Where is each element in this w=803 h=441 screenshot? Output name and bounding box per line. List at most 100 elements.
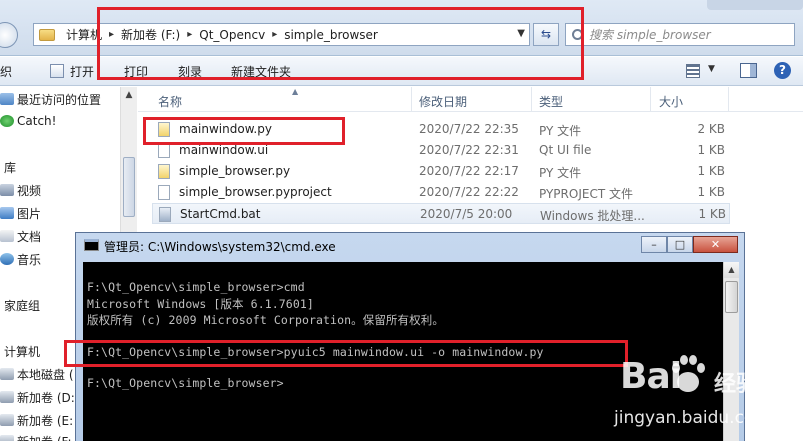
nav-item-label: 文档: [17, 229, 42, 244]
breadcrumb-separator-icon[interactable]: ▸: [105, 29, 118, 40]
column-modified-header[interactable]: 修改日期: [419, 93, 467, 110]
column-divider[interactable]: [728, 87, 729, 112]
nav-item-recent[interactable]: 最近访问的位置: [0, 89, 101, 109]
view-dropdown-icon[interactable]: ▼: [708, 64, 715, 74]
nav-item-label: 计算机: [4, 344, 41, 359]
documents-icon: [0, 230, 14, 242]
nav-item-homegroup[interactable]: 家庭组: [0, 295, 40, 315]
file-name: mainwindow.ui: [179, 143, 269, 157]
address-dropdown-icon[interactable]: ▼: [517, 28, 525, 39]
drive-icon: [0, 368, 14, 380]
list-header: ▲ 名称 修改日期 类型 大小: [138, 87, 803, 112]
generic-file-icon: [158, 185, 170, 200]
new-folder-button[interactable]: 新建文件夹: [231, 63, 291, 80]
print-button[interactable]: 打印: [124, 63, 148, 80]
minimize-button[interactable]: –: [641, 236, 667, 253]
cmd-window-title: 管理员: C:\Windows\system32\cmd.exe: [104, 240, 336, 254]
nav-item-music[interactable]: 音乐: [0, 249, 41, 269]
file-row[interactable]: mainwindow.py 2020/7/22 22:35 PY 文件 2 KB: [152, 119, 730, 140]
cmd-window: 管理员: C:\Windows\system32\cmd.exe – □ ✕ F…: [75, 232, 745, 441]
nav-item-drive-f[interactable]: 新加卷 (F:: [0, 431, 72, 441]
nav-item-label: 视频: [17, 183, 42, 198]
nav-item-pictures[interactable]: 图片: [0, 203, 41, 223]
scrollbar-thumb[interactable]: [123, 157, 135, 217]
command-bar: 织 打开 打印 刻录 新建文件夹 ▼ ?: [0, 57, 803, 86]
file-size: 1 KB: [697, 164, 725, 178]
file-type: PYPROJECT 文件: [539, 187, 633, 201]
close-button[interactable]: ✕: [693, 236, 738, 253]
column-divider[interactable]: [531, 87, 532, 112]
console-line: Microsoft Windows [版本 6.1.7601]: [87, 297, 314, 311]
column-name-header[interactable]: 名称: [158, 93, 182, 110]
burn-button[interactable]: 刻录: [178, 63, 202, 80]
nav-item-catch[interactable]: Catch!: [0, 111, 56, 131]
nav-item-documents[interactable]: 文档: [0, 226, 41, 246]
ui-file-icon: [158, 143, 170, 158]
nav-item-label: 新加卷 (D:: [17, 390, 75, 405]
organize-button[interactable]: 织: [0, 63, 12, 80]
column-type-header[interactable]: 类型: [539, 93, 563, 110]
nav-item-label: 库: [4, 160, 17, 175]
file-size: 1 KB: [697, 143, 725, 157]
help-icon[interactable]: ?: [774, 62, 791, 79]
search-input[interactable]: 搜索 simple_browser: [565, 23, 795, 46]
open-button[interactable]: 打开: [70, 63, 94, 80]
window-controls[interactable]: [707, 0, 803, 10]
breadcrumb-computer[interactable]: 计算机: [63, 26, 105, 43]
back-button[interactable]: [0, 22, 18, 48]
nav-item-label: 家庭组: [4, 298, 41, 313]
nav-item-libraries[interactable]: 库: [0, 157, 16, 177]
python-file-icon: [158, 122, 170, 137]
videos-icon: [0, 184, 14, 196]
breadcrumb-separator-icon[interactable]: ▸: [183, 29, 196, 40]
scroll-up-icon[interactable]: ▲: [724, 262, 739, 278]
nav-item-label: 音乐: [17, 252, 42, 267]
pictures-icon: [0, 207, 14, 219]
nav-item-drive-d[interactable]: 新加卷 (D:: [0, 387, 75, 407]
file-date: 2020/7/22 22:22: [419, 185, 519, 199]
nav-item-computer[interactable]: 计算机: [0, 341, 40, 361]
column-divider[interactable]: [411, 87, 412, 112]
scroll-up-icon[interactable]: ▲: [121, 87, 137, 103]
folder-icon: [39, 28, 55, 41]
file-row[interactable]: simple_browser.pyproject 2020/7/22 22:22…: [152, 182, 730, 203]
nav-item-label: 最近访问的位置: [17, 92, 102, 107]
column-size-header[interactable]: 大小: [659, 93, 683, 110]
nav-item-drive-e[interactable]: 新加卷 (E:: [0, 410, 73, 430]
file-date: 2020/7/22 22:35: [419, 122, 519, 136]
breadcrumb-separator-icon[interactable]: ▸: [268, 29, 281, 40]
search-icon: [572, 29, 583, 40]
file-name: simple_browser.py: [179, 164, 291, 178]
file-size: 2 KB: [697, 122, 725, 136]
column-divider[interactable]: [650, 87, 651, 112]
console-output[interactable]: F:\Qt_Opencv\simple_browser>cmd Microsof…: [83, 262, 723, 441]
catch-icon: [0, 115, 14, 127]
file-row[interactable]: simple_browser.py 2020/7/22 22:17 PY 文件 …: [152, 161, 730, 182]
file-type: PY 文件: [539, 124, 582, 138]
breadcrumb-drive-f[interactable]: 新加卷 (F:): [118, 26, 183, 43]
file-row[interactable]: mainwindow.ui 2020/7/22 22:31 Qt UI file…: [152, 140, 730, 161]
refresh-button[interactable]: ⇆: [533, 23, 559, 46]
nav-item-label: 新加卷 (F:: [17, 433, 72, 441]
breadcrumb-qt-opencv[interactable]: Qt_Opencv: [196, 28, 268, 42]
batch-file-icon: [159, 207, 171, 222]
console-line: F:\Qt_Opencv\simple_browser>: [87, 376, 284, 390]
view-options-icon[interactable]: [686, 64, 700, 78]
cmd-scrollbar[interactable]: ▲: [723, 262, 739, 441]
nav-item-drive-c[interactable]: 本地磁盘 (: [0, 364, 74, 384]
nav-item-videos[interactable]: 视频: [0, 180, 41, 200]
maximize-button[interactable]: □: [667, 236, 693, 253]
address-bar[interactable]: 计算机 ▸ 新加卷 (F:) ▸ Qt_Opencv ▸ simple_brow…: [33, 23, 530, 46]
file-size: 1 KB: [698, 207, 726, 221]
music-icon: [0, 253, 14, 265]
preview-pane-icon[interactable]: [740, 63, 757, 78]
python-file-icon: [158, 164, 170, 179]
recent-places-icon: [0, 93, 14, 105]
breadcrumb-simple-browser[interactable]: simple_browser: [281, 28, 381, 42]
scrollbar-thumb[interactable]: [725, 281, 738, 313]
file-type: Windows 批处理...: [540, 209, 645, 223]
drive-icon: [0, 391, 14, 403]
nav-item-label: Catch!: [17, 114, 57, 128]
file-date: 2020/7/5 20:00: [420, 207, 513, 221]
file-row[interactable]: StartCmd.bat 2020/7/5 20:00 Windows 批处理.…: [152, 203, 730, 224]
